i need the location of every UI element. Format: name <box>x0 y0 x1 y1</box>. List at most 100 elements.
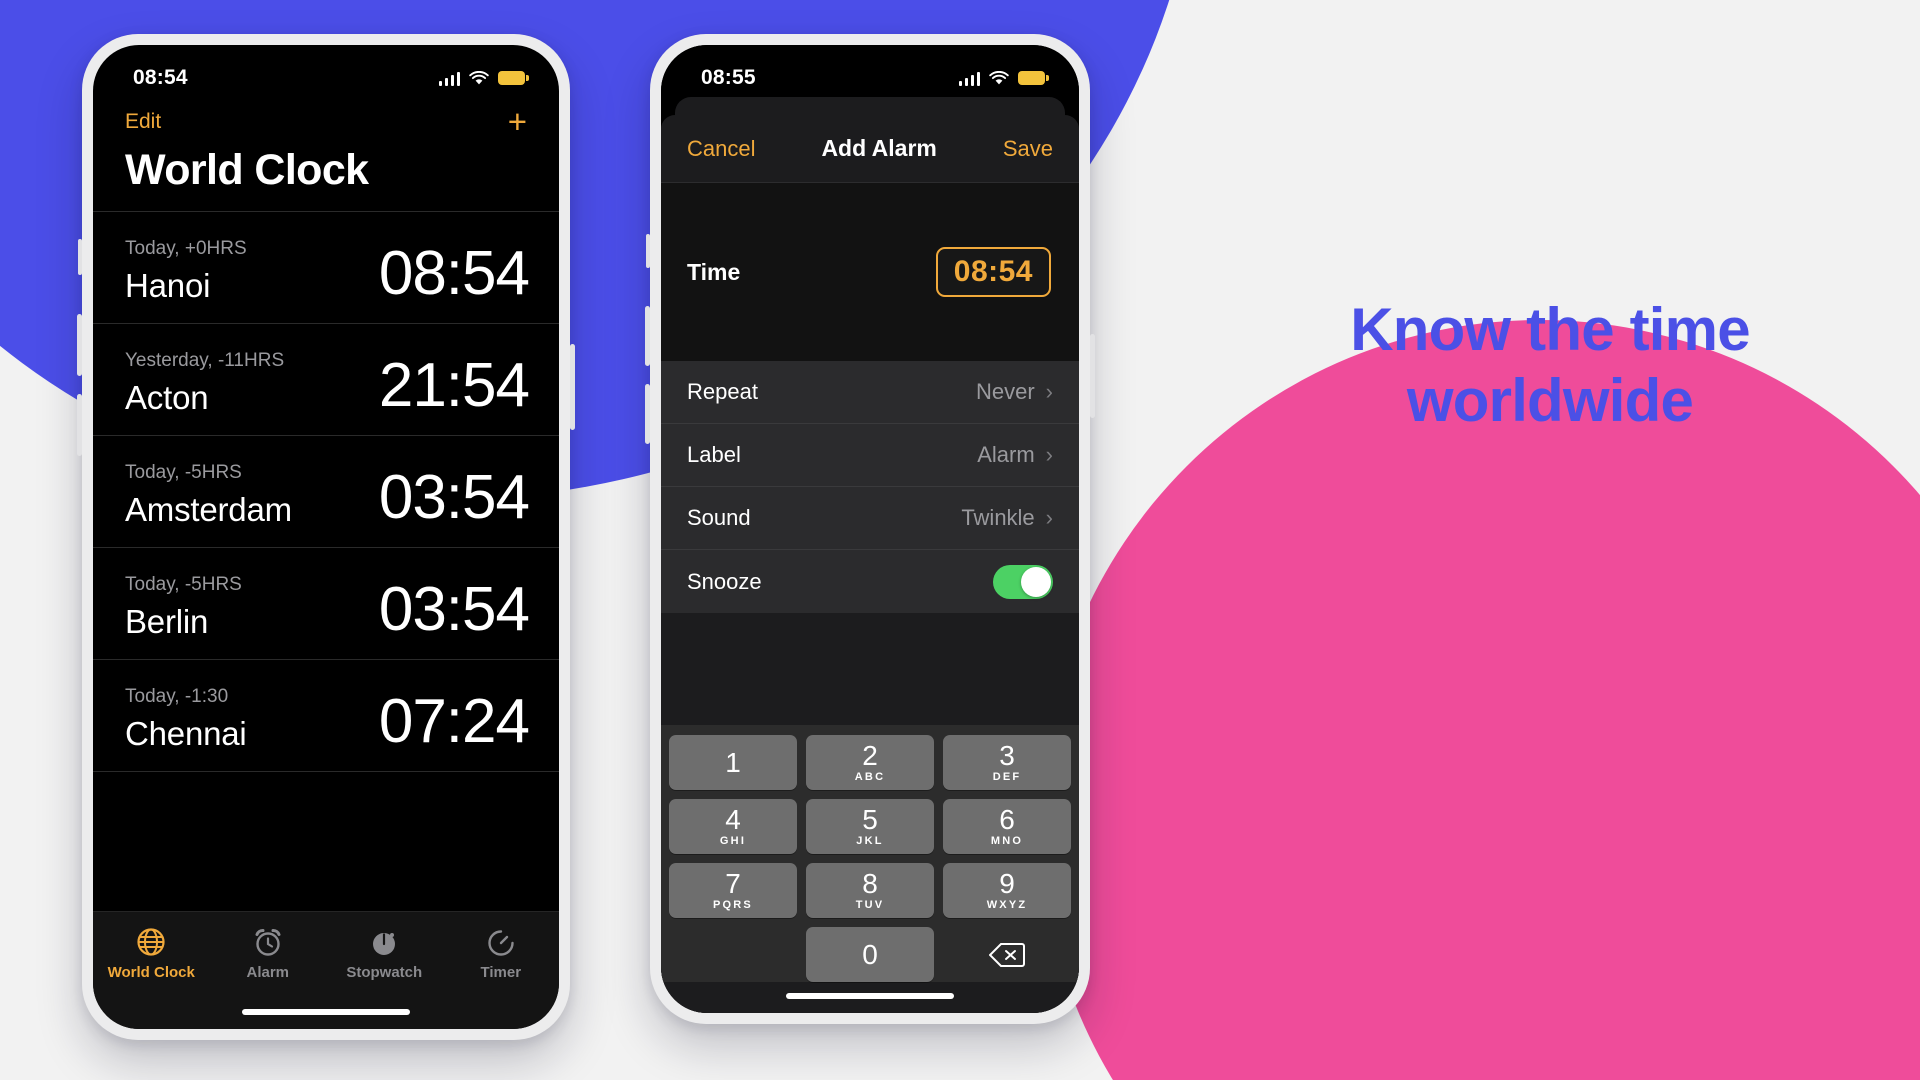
setting-value: Alarm <box>977 442 1035 467</box>
phone-volume-down-button <box>77 394 82 456</box>
tab-timer[interactable]: Timer <box>443 926 560 981</box>
tab-alarm[interactable]: Alarm <box>210 926 327 981</box>
key-number: 8 <box>862 868 878 899</box>
clock-time: 21:54 <box>378 351 530 420</box>
keypad-key-9[interactable]: 9 WXYZ <box>943 863 1071 918</box>
setting-label: Sound <box>687 505 751 530</box>
setting-row-repeat[interactable]: Repeat Never › <box>661 361 1079 424</box>
setting-value: Twinkle <box>961 505 1035 530</box>
backspace-icon[interactable] <box>943 927 1071 982</box>
setting-row-sound[interactable]: Sound Twinkle › <box>661 487 1079 550</box>
clock-offset: Today, -5HRS <box>125 462 242 483</box>
key-letters: ABC <box>854 771 886 783</box>
status-bar: 08:54 <box>93 45 559 97</box>
clock-city: Chennai <box>125 715 247 752</box>
cancel-button[interactable]: Cancel <box>687 136 755 162</box>
keypad-row: 4 GHI 5 JKL 6 MNO <box>669 799 1071 854</box>
snooze-toggle[interactable] <box>993 564 1053 599</box>
setting-label: Repeat <box>687 379 758 404</box>
world-clock-row[interactable]: Today, -1:30 Chennai 07:24 <box>93 660 559 772</box>
world-clock-row[interactable]: Today, -5HRS Amsterdam 03:54 <box>93 436 559 548</box>
setting-label: Label <box>687 442 741 467</box>
clock-time: 08:54 <box>378 239 530 308</box>
setting-row-label[interactable]: Label Alarm › <box>661 424 1079 487</box>
home-indicator[interactable] <box>242 1009 410 1015</box>
key-number: 4 <box>725 804 741 835</box>
add-alarm-screen: 08:55 Cancel Add Alarm Save Time 08:54 R… <box>661 45 1079 1013</box>
clock-offset: Yesterday, -11HRS <box>125 350 285 371</box>
world-clock-screen: 08:54 Edit + World Clock Today, +0HRS Han… <box>93 45 559 1029</box>
clock-city: Hanoi <box>125 267 211 304</box>
phone-mockup-add-alarm: 08:55 Cancel Add Alarm Save Time 08:54 R… <box>645 34 1095 1024</box>
chevron-right-icon: › <box>1045 505 1053 530</box>
cellular-bars-icon <box>438 71 460 86</box>
battery-icon <box>498 71 529 85</box>
add-clock-button[interactable]: + <box>508 105 527 138</box>
home-indicator-2[interactable] <box>786 993 954 999</box>
cellular-bars-icon-2 <box>958 71 980 86</box>
keypad-key-8[interactable]: 8 TUV <box>806 863 934 918</box>
time-row: Time 08:54 <box>661 183 1079 361</box>
keypad-key-1[interactable]: 1 <box>669 735 797 790</box>
phone-volume-up-button-2 <box>645 306 650 366</box>
status-bar-time: 08:54 <box>133 66 188 89</box>
keypad-key-0[interactable]: 0 <box>806 927 934 982</box>
chevron-right-icon: › <box>1045 379 1053 404</box>
key-number: 3 <box>999 740 1015 771</box>
clock-offset: Today, -1:30 <box>125 686 229 707</box>
key-letters: JKL <box>856 835 884 847</box>
headline-line-1: Know the time <box>1350 296 1750 363</box>
world-clock-row[interactable]: Today, +0HRS Hanoi 08:54 <box>93 212 559 324</box>
clock-offset: Today, -5HRS <box>125 574 242 595</box>
clock-offset: Today, +0HRS <box>125 238 247 259</box>
keypad-key-6[interactable]: 6 MNO <box>943 799 1071 854</box>
phone-side-button-2 <box>646 234 650 268</box>
key-letters: DEF <box>992 771 1022 783</box>
tab-label: Alarm <box>246 964 290 981</box>
keypad-blank <box>669 927 797 982</box>
page-title: World Clock <box>125 146 369 194</box>
keypad-row: 0 <box>669 927 1071 982</box>
clock-city: Berlin <box>125 603 209 640</box>
key-letters: PQRS <box>713 899 753 911</box>
wifi-icon-2 <box>989 70 1009 84</box>
keypad-row: 1 2 ABC 3 DEF <box>669 735 1071 790</box>
alarm-settings-list: Repeat Never › Label Alarm › Sound Twinkle › Snoo… <box>661 361 1079 613</box>
tab-stopwatch[interactable]: Stopwatch <box>326 926 443 981</box>
chevron-right-icon: › <box>1045 442 1053 467</box>
phone-mockup-world-clock: 08:54 Edit + World Clock Today, +0HRS Han… <box>77 34 575 1040</box>
keypad-key-4[interactable]: 4 GHI <box>669 799 797 854</box>
world-clock-list: Today, +0HRS Hanoi 08:54 Yesterday, -11HRS A… <box>93 211 559 772</box>
time-label: Time <box>687 258 741 285</box>
clock-time: 03:54 <box>378 463 530 532</box>
keypad-key-5[interactable]: 5 JKL <box>806 799 934 854</box>
status-bar-time-2: 08:55 <box>701 66 756 89</box>
world-clock-row[interactable]: Yesterday, -11HRS Acton 21:54 <box>93 324 559 436</box>
keypad-row: 7 PQRS 8 TUV 9 WXYZ <box>669 863 1071 918</box>
keypad-key-3[interactable]: 3 DEF <box>943 735 1071 790</box>
clock-time: 07:24 <box>378 687 530 756</box>
clock-city: Acton <box>125 379 209 416</box>
stopwatch-icon <box>368 926 400 958</box>
keypad-key-2[interactable]: 2 ABC <box>806 735 934 790</box>
battery-icon-2 <box>1018 71 1049 85</box>
setting-row-snooze[interactable]: Snooze <box>661 550 1079 613</box>
globe-icon <box>135 926 167 958</box>
keypad-key-7[interactable]: 7 PQRS <box>669 863 797 918</box>
world-clock-row[interactable]: Today, -5HRS Berlin 03:54 <box>93 548 559 660</box>
timer-icon <box>485 926 517 958</box>
edit-button[interactable]: Edit <box>125 110 161 134</box>
add-alarm-navbar: Cancel Add Alarm Save <box>661 115 1079 183</box>
tab-world-clock[interactable]: World Clock <box>93 926 210 981</box>
status-bar-2: 08:55 <box>661 45 1079 97</box>
add-alarm-title: Add Alarm <box>821 135 937 161</box>
key-number: 7 <box>725 868 741 899</box>
key-letters: MNO <box>990 835 1024 847</box>
time-input[interactable]: 08:54 <box>935 247 1051 297</box>
phone-volume-up-button <box>77 314 82 376</box>
key-number: 5 <box>862 804 878 835</box>
key-letters: GHI <box>719 835 747 847</box>
key-number: 6 <box>999 804 1015 835</box>
alarm-clock-icon <box>252 926 284 958</box>
save-button[interactable]: Save <box>1003 136 1053 162</box>
